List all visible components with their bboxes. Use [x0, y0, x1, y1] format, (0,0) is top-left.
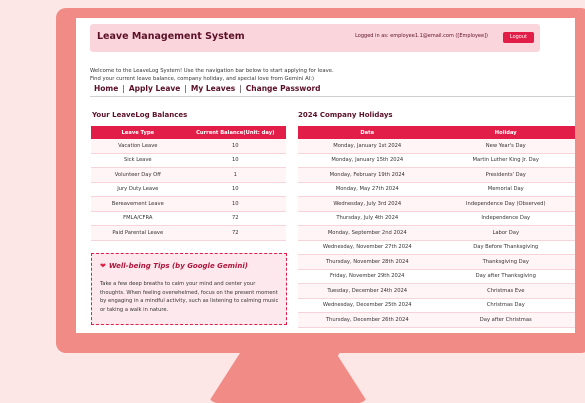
table-row: Sick Leave 10: [91, 153, 286, 168]
balance-cell: 1: [184, 167, 286, 183]
table-row: Thursday, November 28th 2024 Thanksgiving…: [298, 254, 575, 270]
table-row: Monday, May 27th 2024 Memorial Day: [298, 182, 575, 197]
monitor-stand: [208, 353, 368, 403]
nav-divider: [90, 96, 575, 97]
holiday-date-cell: Monday, September 2nd 2024: [298, 225, 437, 241]
holidays-title: 2024 Company Holidays: [298, 111, 393, 119]
leave-type-cell: Jury Duty Leave: [91, 182, 185, 197]
holiday-date-cell: Wednesday, December 25th 2024: [298, 298, 437, 313]
leave-type-cell: Bereavement Leave: [91, 196, 185, 212]
balance-cell: 10: [184, 139, 286, 154]
table-row: Wednesday, July 3rd 2024 Independence Day…: [298, 196, 575, 212]
screen: Leave Management System Logged in as: em…: [76, 18, 575, 333]
holiday-date-cell: Monday, January 15th 2024: [298, 153, 437, 168]
holiday-date-cell: Friday, November 29th 2024: [298, 269, 437, 284]
table-row: Friday, November 29th 2024 Day after Than…: [298, 269, 575, 284]
table-row: Wednesday, November 27th 2024 Day Before …: [298, 240, 575, 255]
logout-button[interactable]: Logout: [502, 32, 534, 43]
leave-type-cell: Sick Leave: [91, 153, 185, 168]
table-row: Jury Duty Leave 10: [91, 182, 286, 197]
table-row: Thursday, July 4th 2024 Independence Day: [298, 211, 575, 226]
heart-icon: ❤: [100, 262, 106, 270]
balance-cell: 10: [184, 182, 286, 197]
nav-change-password-link[interactable]: Change Password: [246, 84, 321, 93]
table-row: Monday, January 15th 2024 Martin Luther K…: [298, 153, 575, 168]
leave-type-cell: Vacation Leave: [91, 139, 185, 154]
balance-cell: 10: [184, 153, 286, 168]
table-row: Vacation Leave 10: [91, 139, 286, 154]
holiday-name-cell: Independence Day (Observed): [436, 196, 575, 212]
balances-header-type: Leave Type: [91, 126, 185, 139]
holiday-date-cell: Thursday, July 4th 2024: [298, 211, 437, 226]
table-row: Volunteer Day Off 1: [91, 167, 286, 183]
holiday-date-cell: Wednesday, July 3rd 2024: [298, 196, 437, 212]
table-row: Wednesday, December 25th 2024 Christmas D…: [298, 298, 575, 313]
holiday-name-cell: Labor Day: [436, 225, 575, 241]
holiday-name-cell: Martin Luther King Jr. Day: [436, 153, 575, 168]
holiday-date-cell: Thursday, November 28th 2024: [298, 254, 437, 270]
wellbeing-tips-card: ❤ Well-being Tips (by Google Gemini) Take…: [91, 253, 287, 325]
tips-title-text: Well-being Tips (by Google Gemini): [108, 262, 248, 270]
holiday-date-cell: Thursday, December 26th 2024: [298, 312, 437, 328]
nav-apply-leave-link[interactable]: Apply Leave: [129, 84, 181, 93]
table-row: Bereavement Leave 10: [91, 196, 286, 212]
table-row: Tuesday, December 24th 2024 Christmas Eve: [298, 283, 575, 299]
holiday-name-cell: Day Before Thanksgiving: [436, 240, 575, 255]
leave-type-cell: Paid Parental Leave: [91, 225, 185, 241]
holidays-header-holiday: Holiday: [436, 126, 575, 139]
welcome-text: Welcome to the LeaveLog System! Use the …: [90, 67, 334, 83]
holiday-name-cell: Christmas Day: [436, 298, 575, 313]
table-row: Monday, January 1st 2024 New Year's Day: [298, 139, 575, 154]
tips-title: ❤ Well-being Tips (by Google Gemini): [100, 262, 248, 270]
holiday-name-cell: Memorial Day: [436, 182, 575, 197]
balance-cell: 10: [184, 196, 286, 212]
holidays-header-date: Date: [298, 126, 437, 139]
holiday-name-cell: New Year's Day: [436, 139, 575, 154]
table-row: Thursday, December 26th 2024 Day after Ch…: [298, 312, 575, 328]
balance-cell: 72: [184, 211, 286, 226]
balance-cell: 72: [184, 225, 286, 241]
table-row: FMLA/CFRA 72: [91, 211, 286, 226]
welcome-line-1: Welcome to the LeaveLog System! Use the …: [90, 68, 334, 74]
holiday-name-cell: Day after Christmas: [436, 312, 575, 328]
holiday-name-cell: Day after Thanksgiving: [436, 269, 575, 284]
holiday-date-cell: Monday, January 1st 2024: [298, 139, 437, 154]
nav-bar: Home | Apply Leave | My Leaves | Change Passwo…: [94, 84, 321, 93]
logged-in-status: Logged in as: employee1.1@email.com ([Em…: [355, 33, 488, 39]
holiday-name-cell: Thanksgiving Day: [436, 254, 575, 270]
balances-table: Leave Type Current Balance(Unit: day) Va…: [91, 126, 286, 241]
leave-type-cell: FMLA/CFRA: [91, 211, 185, 226]
holidays-table: Date Holiday Monday, January 1st 2024 New…: [298, 126, 575, 328]
holiday-name-cell: Presidents' Day: [436, 167, 575, 183]
holiday-date-cell: Monday, February 19th 2024: [298, 167, 437, 183]
balances-title: Your LeaveLog Balances: [92, 111, 188, 119]
welcome-line-2: Find your current leave balance, company…: [90, 76, 315, 82]
table-row: Monday, February 19th 2024 Presidents' Da…: [298, 167, 575, 183]
holiday-name-cell: Independence Day: [436, 211, 575, 226]
app-title: Leave Management System: [97, 31, 245, 42]
balances-header-balance: Current Balance(Unit: day): [184, 126, 286, 139]
leave-type-cell: Volunteer Day Off: [91, 167, 185, 183]
holiday-name-cell: Christmas Eve: [436, 283, 575, 299]
holiday-date-cell: Monday, May 27th 2024: [298, 182, 437, 197]
nav-my-leaves-link[interactable]: My Leaves: [191, 84, 235, 93]
tips-body: Take a few deep breaths to calm your min…: [100, 281, 279, 313]
holiday-date-cell: Wednesday, November 27th 2024: [298, 240, 437, 255]
app-header: Leave Management System Logged in as: em…: [90, 24, 540, 52]
table-row: Monday, September 2nd 2024 Labor Day: [298, 225, 575, 241]
table-row: Paid Parental Leave 72: [91, 225, 286, 241]
holiday-date-cell: Tuesday, December 24th 2024: [298, 283, 437, 299]
nav-home-link[interactable]: Home: [94, 84, 118, 93]
